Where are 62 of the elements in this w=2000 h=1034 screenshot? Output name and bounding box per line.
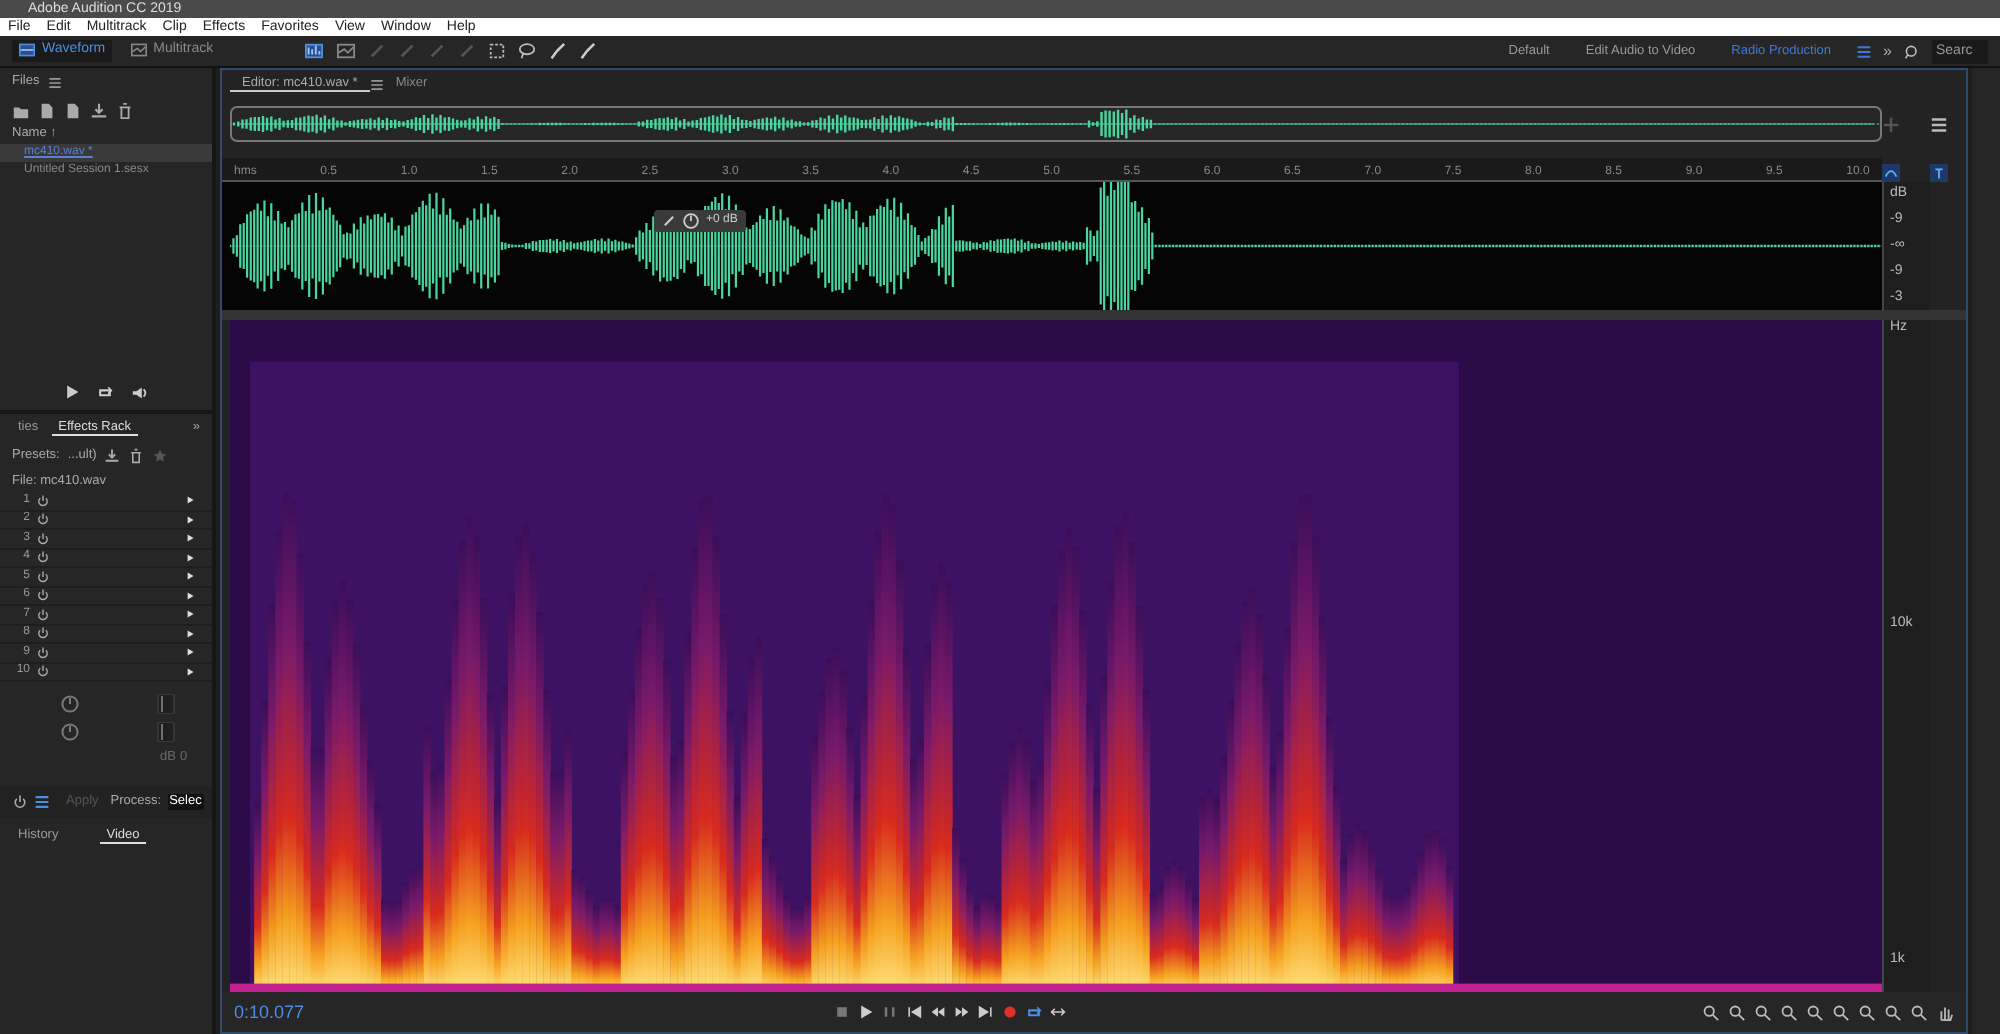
power-icon[interactable] <box>36 626 50 641</box>
zoom-icon[interactable] <box>1780 1003 1798 1021</box>
zoom-icon[interactable] <box>1754 1003 1772 1021</box>
zoom-icon[interactable] <box>1806 1003 1824 1021</box>
pause-icon[interactable] <box>882 1004 898 1020</box>
spectral-view-icon[interactable] <box>335 42 356 60</box>
download-icon[interactable] <box>104 448 121 464</box>
power-icon[interactable] <box>36 550 50 565</box>
waveform-view-icon[interactable] <box>303 42 324 60</box>
menu-icon[interactable] <box>369 77 384 91</box>
skip-back-icon[interactable] <box>906 1004 922 1020</box>
more-button[interactable]: » <box>1883 41 1892 61</box>
overview-waveform-drawing[interactable] <box>230 106 1882 142</box>
time-display: 0:10.077 <box>234 1001 307 1023</box>
knob-icon[interactable] <box>682 212 700 230</box>
waveform-drawing[interactable] <box>230 182 1882 310</box>
zoom-icon[interactable] <box>1832 1003 1850 1021</box>
stop-icon[interactable] <box>834 1004 850 1020</box>
power-icon[interactable] <box>36 664 50 679</box>
zoom-icon[interactable] <box>1728 1003 1746 1021</box>
list-icon[interactable] <box>1930 115 1948 133</box>
speaker-icon[interactable] <box>129 383 149 401</box>
power-icon[interactable] <box>36 607 50 622</box>
multitrack-icon <box>129 42 148 59</box>
zoom-icon[interactable] <box>1702 1003 1720 1021</box>
skip-selection-icon[interactable] <box>1050 1004 1066 1020</box>
fast-forward-icon[interactable] <box>954 1004 970 1020</box>
skip-forward-icon[interactable] <box>978 1004 994 1020</box>
search-icon <box>1904 43 1920 59</box>
loop-icon[interactable] <box>1026 1004 1042 1020</box>
play-icon[interactable] <box>858 1004 874 1020</box>
power-icon[interactable] <box>36 493 50 508</box>
star-icon[interactable] <box>152 448 169 464</box>
zoom-icon[interactable] <box>1884 1003 1902 1021</box>
trash-icon[interactable] <box>128 448 145 464</box>
waveform-icon <box>18 42 36 59</box>
folder-icon[interactable] <box>12 101 30 119</box>
list-icon[interactable] <box>34 794 50 810</box>
power-icon[interactable] <box>36 645 50 660</box>
menu-icon[interactable] <box>1855 43 1872 59</box>
power-icon[interactable] <box>36 531 50 546</box>
download-icon[interactable] <box>90 101 108 119</box>
lasso-icon[interactable] <box>517 42 536 60</box>
power-icon[interactable] <box>36 569 50 584</box>
spectrogram-drawing[interactable] <box>230 320 1882 992</box>
knob-icon <box>60 722 80 742</box>
loop-icon[interactable] <box>95 384 113 400</box>
power-icon[interactable] <box>36 512 50 527</box>
brush-icon[interactable] <box>547 42 566 60</box>
marquee-icon[interactable] <box>487 42 506 60</box>
zoom-icon[interactable] <box>1910 1003 1928 1021</box>
brush-icon[interactable] <box>577 42 596 60</box>
record-icon[interactable] <box>1002 1004 1018 1020</box>
rewind-icon[interactable] <box>930 1004 946 1020</box>
play-icon[interactable] <box>63 384 79 400</box>
power-icon[interactable] <box>12 794 28 810</box>
menu-icon[interactable] <box>47 75 62 89</box>
hand-icon[interactable] <box>1936 1003 1954 1021</box>
power-icon[interactable] <box>36 588 50 603</box>
trash-icon[interactable] <box>116 101 134 119</box>
knob-icon <box>60 694 80 714</box>
zoom-icon[interactable] <box>1858 1003 1876 1021</box>
